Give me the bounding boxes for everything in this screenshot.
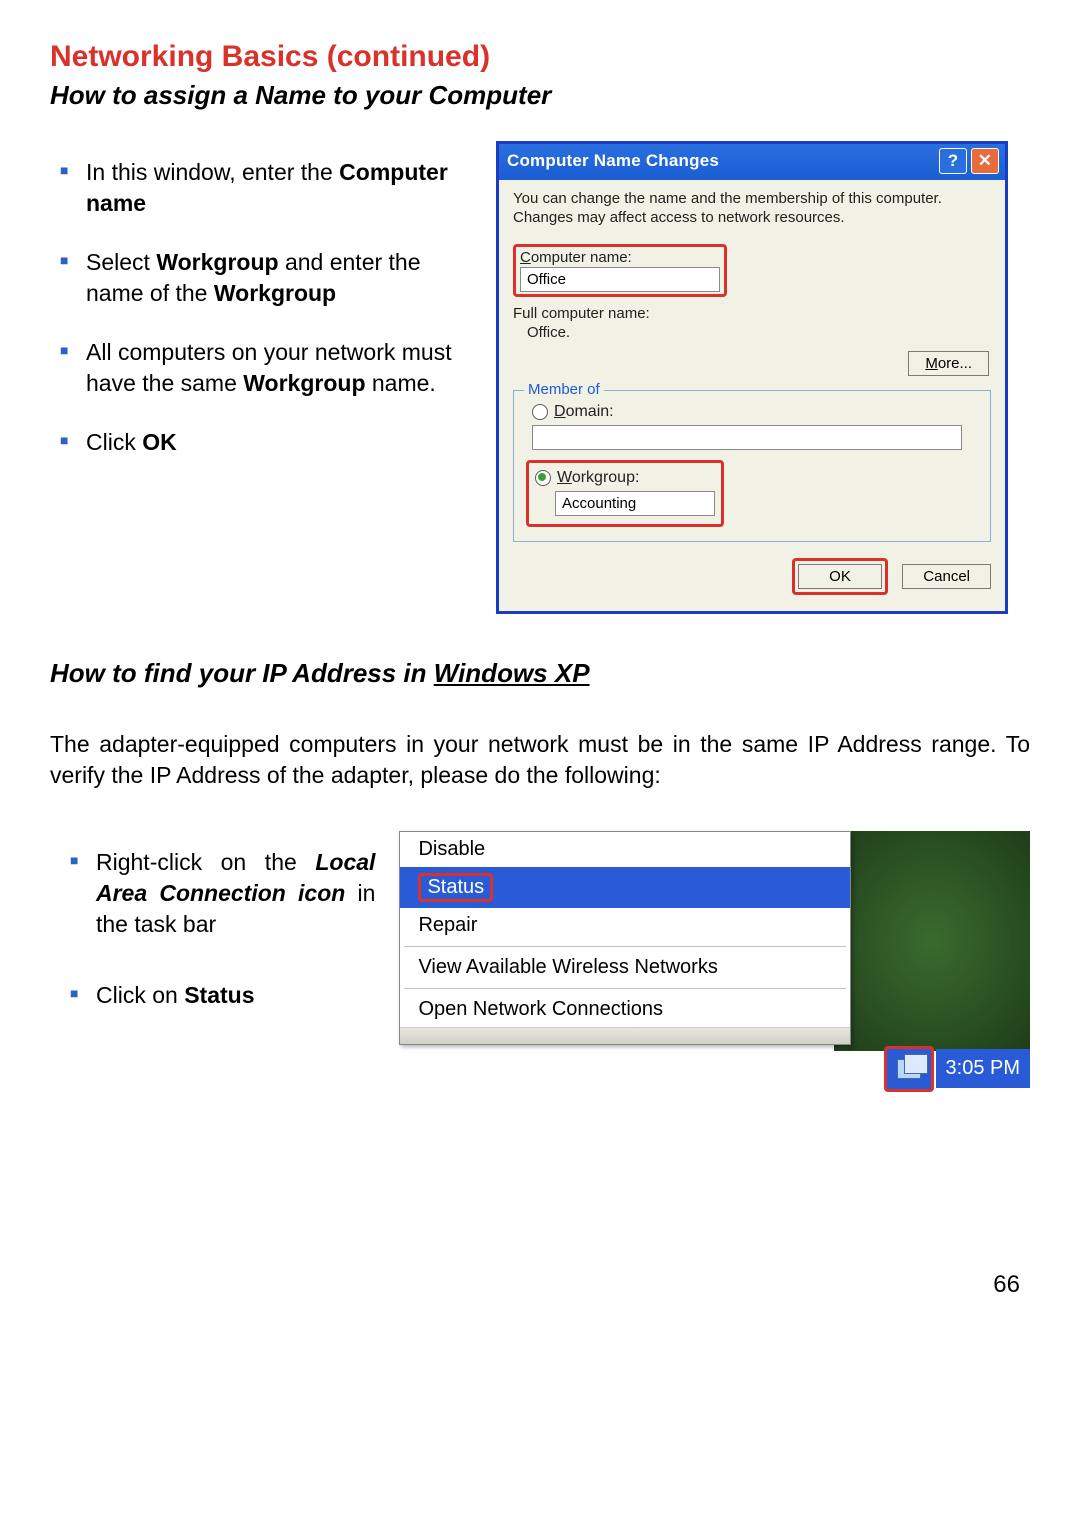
ok-highlight: OK: [792, 558, 888, 595]
network-tray-icon-highlight: [884, 1046, 934, 1092]
menu-item-view-wireless[interactable]: View Available Wireless Networks: [400, 950, 850, 985]
instruction-list-1: In this window, enter the Computer name …: [50, 157, 480, 598]
text: How to find your IP Address in: [50, 658, 434, 688]
instruction-list-2: Right-click on the Local Area Connection…: [50, 847, 375, 1051]
mnemonic: W: [557, 469, 572, 486]
ok-button[interactable]: OK: [798, 564, 882, 589]
mnemonic: D: [554, 403, 566, 420]
computer-name-label: Computer name:: [520, 249, 632, 266]
domain-radio[interactable]: [532, 404, 548, 420]
workgroup-radio-row[interactable]: Workgroup:: [535, 469, 715, 487]
text-underline: Windows XP: [434, 658, 590, 688]
instruction-item: All computers on your network must have …: [60, 337, 480, 399]
workgroup-label: Workgroup:: [557, 469, 639, 487]
menu-footer: [400, 1027, 850, 1044]
page-number: 66: [993, 1271, 1020, 1299]
desktop-background: [834, 831, 1030, 1051]
instruction-item: In this window, enter the Computer name: [60, 157, 480, 219]
menu-item-disable[interactable]: Disable: [400, 832, 850, 867]
text: In this window, enter the: [86, 159, 339, 185]
full-computer-name-label: Full computer name:: [513, 305, 991, 322]
menu-item-repair[interactable]: Repair: [400, 908, 850, 943]
full-computer-name-value: Office.: [527, 324, 991, 341]
menu-separator: [404, 988, 846, 989]
text-bold: Workgroup: [156, 249, 278, 275]
menu-item-status[interactable]: Status: [400, 867, 850, 908]
instruction-item: Click OK: [60, 427, 480, 458]
text: Right-click on the: [96, 849, 315, 875]
context-menu: Disable Status Repair View Available Wir…: [399, 831, 851, 1045]
domain-label: Domain:: [554, 403, 614, 421]
domain-radio-row[interactable]: Domain:: [532, 403, 978, 421]
network-icon[interactable]: [897, 1059, 921, 1079]
dialog-titlebar: Computer Name Changes ? ✕: [499, 144, 1005, 180]
cancel-button[interactable]: Cancel: [902, 564, 991, 589]
more-button[interactable]: More...: [908, 351, 989, 376]
domain-input[interactable]: [532, 425, 962, 450]
member-of-legend: Member of: [524, 381, 604, 398]
text-bold: Workgroup: [243, 370, 365, 396]
taskbar-clock: 3:05 PM: [936, 1049, 1030, 1088]
workgroup-highlight: Workgroup:: [526, 460, 724, 527]
workgroup-radio[interactable]: [535, 470, 551, 486]
text: Click: [86, 429, 142, 455]
text: ore...: [938, 355, 972, 372]
menu-separator: [404, 946, 846, 947]
taskbar-screenshot: Disable Status Repair View Available Wir…: [399, 831, 1030, 1045]
text: name.: [366, 370, 436, 396]
text-bold: Workgroup: [214, 280, 336, 306]
dialog-description: You can change the name and the membersh…: [513, 190, 991, 228]
instruction-item: Right-click on the Local Area Connection…: [70, 847, 375, 940]
section2-subtitle: How to find your IP Address in Windows X…: [50, 658, 1030, 689]
section-subtitle: How to assign a Name to your Computer: [50, 80, 1030, 111]
computer-name-input[interactable]: [520, 267, 720, 292]
section-title: Networking Basics (continued): [50, 40, 1030, 74]
mnemonic: M: [925, 355, 938, 372]
computer-name-highlight: Computer name:: [513, 244, 727, 297]
text-bold: Status: [184, 982, 254, 1008]
text: omain:: [566, 403, 614, 420]
instruction-item: Select Workgroup and enter the name of t…: [60, 247, 480, 309]
instruction-item: Click on Status: [70, 980, 375, 1011]
section2-body: The adapter-equipped computers in your n…: [50, 729, 1030, 791]
text: omputer name:: [531, 249, 632, 266]
text: Click on: [96, 982, 184, 1008]
help-button[interactable]: ?: [939, 148, 967, 174]
dialog-title: Computer Name Changes: [507, 151, 719, 171]
status-highlight: Status: [418, 873, 493, 902]
text-bold: OK: [142, 429, 177, 455]
mnemonic: C: [520, 249, 531, 266]
text: orkgroup:: [572, 469, 640, 486]
text: Select: [86, 249, 156, 275]
taskbar: 3:05 PM: [884, 1047, 1030, 1091]
computer-name-changes-dialog: Computer Name Changes ? ✕ You can change…: [496, 141, 1008, 614]
workgroup-input[interactable]: [555, 491, 715, 516]
menu-item-open-connections[interactable]: Open Network Connections: [400, 992, 850, 1027]
close-button[interactable]: ✕: [971, 148, 999, 174]
member-of-fieldset: Member of Domain: Workgroup:: [513, 390, 991, 542]
